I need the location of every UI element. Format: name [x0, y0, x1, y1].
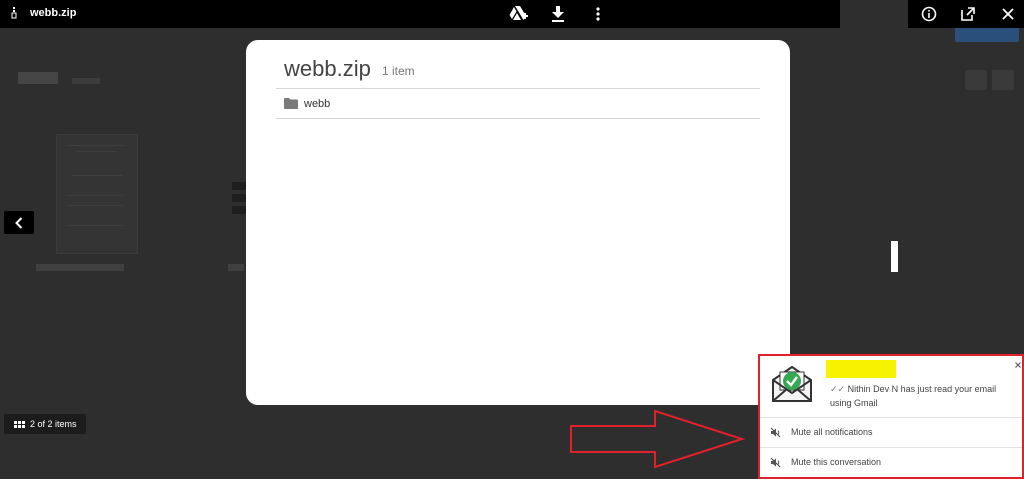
- viewer-file-name: webb.zip: [30, 7, 77, 19]
- zip-icon-dimmed: [232, 182, 246, 228]
- add-to-drive-button[interactable]: [506, 2, 530, 26]
- viewer-topbar: webb.zip: [0, 0, 1024, 28]
- white-artifact: [891, 241, 898, 272]
- pdf-thumbnail-dimmed: [56, 134, 138, 254]
- download-icon: [552, 6, 564, 22]
- close-icon: [1002, 8, 1014, 20]
- grid-icon: [14, 420, 25, 428]
- list-view-dimmed: [965, 70, 987, 90]
- email-read-check-icon: [772, 365, 812, 402]
- previous-file-button[interactable]: [4, 211, 34, 234]
- divider: [276, 118, 760, 119]
- read-ticks: ✓✓: [830, 384, 846, 394]
- open-in-new-icon: [961, 7, 975, 21]
- close-icon: [1015, 362, 1021, 368]
- mute-all-label: Mute all notifications: [791, 427, 873, 437]
- arrow-annotation: [570, 409, 745, 469]
- mute-conversation-button[interactable]: Mute this conversation: [760, 448, 1022, 476]
- notification-text: Nithin Dev N has just read your email us…: [830, 384, 997, 408]
- download-button[interactable]: [546, 2, 570, 26]
- more-options-button[interactable]: [586, 2, 610, 26]
- archive-entry-name: webb: [304, 97, 331, 110]
- open-in-new-window-button[interactable]: [956, 2, 980, 26]
- add-to-drive-icon: [509, 6, 528, 20]
- folder-title-dimmed: [18, 70, 60, 91]
- close-viewer-button[interactable]: [996, 2, 1020, 26]
- mute-icon: [770, 457, 781, 467]
- notification-message: ✓✓ Nithin Dev N has just read your email…: [830, 382, 1014, 410]
- zip-file-icon: [11, 7, 17, 19]
- file-label-dimmed-2: [228, 262, 248, 275]
- item-counter[interactable]: 2 of 2 items: [4, 414, 86, 434]
- archive-title: webb.zip: [284, 56, 371, 81]
- read-receipt-notification: ✓✓ Nithin Dev N has just read your email…: [758, 354, 1024, 479]
- archive-preview-panel: webb.zip 1 item webb: [246, 40, 790, 405]
- redacted-highlight: [826, 360, 896, 378]
- grid-view-dimmed: [992, 70, 1014, 90]
- archive-item-count: 1 item: [382, 64, 415, 78]
- topbar-gap: [840, 0, 908, 28]
- archive-entry-folder[interactable]: webb: [276, 89, 760, 118]
- folder-icon: [284, 98, 298, 109]
- mute-conversation-label: Mute this conversation: [791, 457, 882, 467]
- file-label-dimmed: [36, 262, 126, 275]
- info-icon: [921, 6, 937, 22]
- mute-all-notifications-button[interactable]: Mute all notifications: [760, 418, 1022, 446]
- item-counter-label: 2 of 2 items: [30, 419, 77, 429]
- chevron-left-icon: [15, 216, 23, 229]
- folder-count-dimmed: [72, 76, 102, 88]
- details-button[interactable]: [917, 2, 941, 26]
- more-vert-icon: [596, 7, 600, 21]
- close-notification-button[interactable]: [1015, 360, 1022, 371]
- mute-icon: [770, 427, 781, 437]
